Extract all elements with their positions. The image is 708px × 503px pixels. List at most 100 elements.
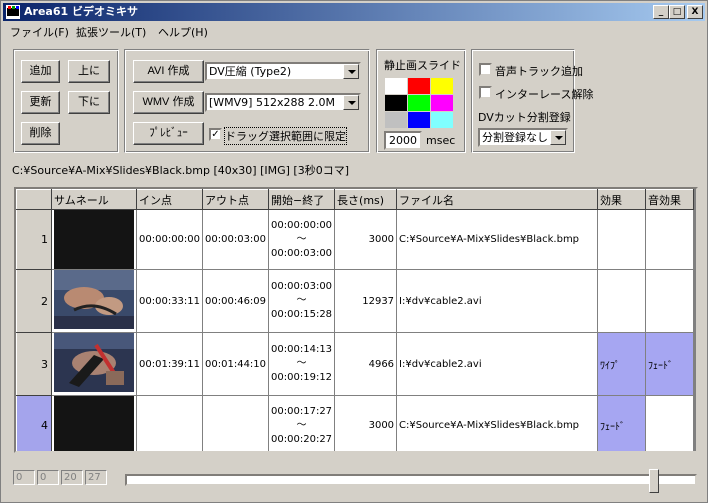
color-swatch[interactable] [385,78,407,94]
dv-split-value: 分割登録なし [482,131,548,144]
avi-codec-select[interactable]: DV圧縮 (Type2) [205,62,361,81]
filename-cell[interactable]: I:¥dv¥cable2.avi [396,332,599,396]
duration-unit-label: msec [426,134,456,147]
clip-list-grid[interactable]: サムネール イン点 アウト点 開始−終了 長さ(ms) ファイル名 効果 音効果… [14,187,698,453]
timeline-slider-handle[interactable] [649,469,659,493]
menu-extensions[interactable]: 拡張ツール(T) [76,24,146,40]
chevron-down-icon[interactable] [343,64,359,79]
add-button[interactable]: 追加 [21,60,60,83]
clip-thumbnail [51,209,137,270]
preview-button[interactable]: ﾌﾟﾚﾋﾞｭｰ [133,122,204,145]
range-cell[interactable]: 00:00:03:00 〜 00:00:15:28 [268,269,336,333]
move-down-button[interactable]: 下に [68,91,110,114]
video-frame-thumbnail [54,270,134,329]
in-point-cell[interactable]: 00:01:39:11 [135,332,204,396]
color-swatch[interactable] [408,78,430,94]
row-number[interactable]: 3 [16,332,52,396]
app-icon [6,5,20,19]
deinterlace-checkbox[interactable] [479,86,492,99]
timeline-slider-track[interactable] [125,474,697,486]
range-start: 00:00:00:00 [271,219,333,231]
sound-effect-cell[interactable] [645,209,695,270]
close-button[interactable]: X [687,5,703,19]
color-swatch[interactable] [385,112,407,128]
table-row[interactable]: 1 00:00:00:00 00:00:03:00 00:00:00:00 〜 00… [16,209,695,270]
sound-effect-cell[interactable]: ﾌｪｰﾄﾞ [645,332,695,396]
length-cell[interactable]: 12937 [334,269,398,333]
range-tilde: 〜 [296,233,307,245]
timecode-minutes[interactable]: 0 [37,470,59,485]
range-tilde: 〜 [296,419,307,431]
chevron-down-icon[interactable] [343,95,359,110]
menu-bar: ファイル(F) 拡張ツール(T) ヘルプ(H) [3,22,705,40]
column-header-sound-effect[interactable]: 音効果 [645,189,695,210]
menu-help[interactable]: ヘルプ(H) [158,24,208,40]
wmv-profile-select[interactable]: [WMV9] 512x288 2.0M [205,93,361,112]
menu-file[interactable]: ファイル(F) [10,24,69,40]
column-header-thumbnail[interactable]: サムネール [51,189,137,210]
out-point-cell[interactable] [202,395,270,451]
move-up-button[interactable]: 上に [68,60,110,83]
column-header-length[interactable]: 長さ(ms) [334,189,398,210]
column-header-filename[interactable]: ファイル名 [396,189,599,210]
create-avi-button[interactable]: AVI 作成 [133,60,204,83]
maximize-button[interactable]: □ [669,5,685,19]
minimize-button[interactable]: _ [653,5,669,19]
duration-input[interactable]: 2000 [384,131,422,150]
filename-cell[interactable]: C:¥Source¥A-Mix¥Slides¥Black.bmp [396,395,599,451]
row-number[interactable]: 2 [16,269,52,333]
sound-effect-cell[interactable] [645,395,695,451]
out-point-cell[interactable]: 00:00:03:00 [202,209,270,270]
dv-split-label: DVカット分割登録 [478,111,571,124]
color-swatch[interactable] [431,78,453,94]
length-cell[interactable]: 4966 [334,332,398,396]
row-number[interactable]: 4 [16,395,52,451]
in-point-cell[interactable]: 00:00:33:11 [135,269,204,333]
color-swatch[interactable] [431,112,453,128]
column-header-out[interactable]: アウト点 [202,189,270,210]
length-cell[interactable]: 3000 [334,395,398,451]
column-header-range[interactable]: 開始−終了 [268,189,336,210]
range-cell[interactable]: 00:00:17:27 〜 00:00:20:27 [268,395,336,451]
color-swatch[interactable] [408,112,430,128]
column-header-effect[interactable]: 効果 [597,189,647,210]
length-cell[interactable]: 3000 [334,209,398,270]
dv-split-select[interactable]: 分割登録なし [478,128,568,147]
out-point-cell[interactable]: 00:01:44:10 [202,332,270,396]
in-point-cell[interactable]: 00:00:00:00 [135,209,204,270]
clip-table: サムネール イン点 アウト点 開始−終了 長さ(ms) ファイル名 効果 音効果… [16,189,695,451]
color-swatch[interactable] [408,95,430,111]
out-point-cell[interactable]: 00:00:46:09 [202,269,270,333]
color-swatch[interactable] [385,95,407,111]
corner-header [16,189,52,210]
range-cell[interactable]: 00:00:14:13 〜 00:00:19:12 [268,332,336,396]
effect-cell[interactable]: ﾌｪｰﾄﾞ [597,395,647,451]
create-wmv-button[interactable]: WMV 作成 [133,91,204,114]
table-row[interactable]: 3 00:01:39:11 00:01:44:10 00:00:14:13 〜 … [16,332,695,396]
delete-button[interactable]: 削除 [21,122,60,145]
filename-cell[interactable]: I:¥dv¥cable2.avi [396,269,599,333]
column-header-in[interactable]: イン点 [135,189,204,210]
table-row[interactable]: 4 00:00:17:27 〜 00:00:20:27 3000 C:¥Source… [16,395,695,451]
timecode-frames[interactable]: 27 [85,470,107,485]
range-tilde: 〜 [296,295,307,306]
avi-codec-value: DV圧縮 (Type2) [209,65,292,78]
timecode-seconds[interactable]: 20 [61,470,83,485]
sound-effect-cell[interactable] [645,269,695,333]
row-number[interactable]: 1 [16,209,52,270]
audio-track-checkbox[interactable] [479,63,492,76]
chevron-down-icon[interactable] [550,130,566,145]
filename-cell[interactable]: C:¥Source¥A-Mix¥Slides¥Black.bmp [396,209,599,270]
effect-cell[interactable]: ﾜｲﾌﾟ [597,332,647,396]
range-end: 00:00:19:12 [271,372,333,383]
update-button[interactable]: 更新 [21,91,60,114]
in-point-cell[interactable] [135,395,204,451]
timecode-hours[interactable]: 0 [13,470,35,485]
drag-range-checkbox[interactable]: ✓ [209,128,222,141]
color-swatch[interactable] [431,95,453,111]
table-row[interactable]: 2 00:00:33:11 00:00:46:09 00:00:03:00 〜 … [16,269,695,333]
range-cell[interactable]: 00:00:00:00 〜 00:00:03:00 [268,209,336,270]
range-end: 00:00:03:00 [271,247,333,259]
effect-cell[interactable] [597,209,647,270]
effect-cell[interactable] [597,269,647,333]
